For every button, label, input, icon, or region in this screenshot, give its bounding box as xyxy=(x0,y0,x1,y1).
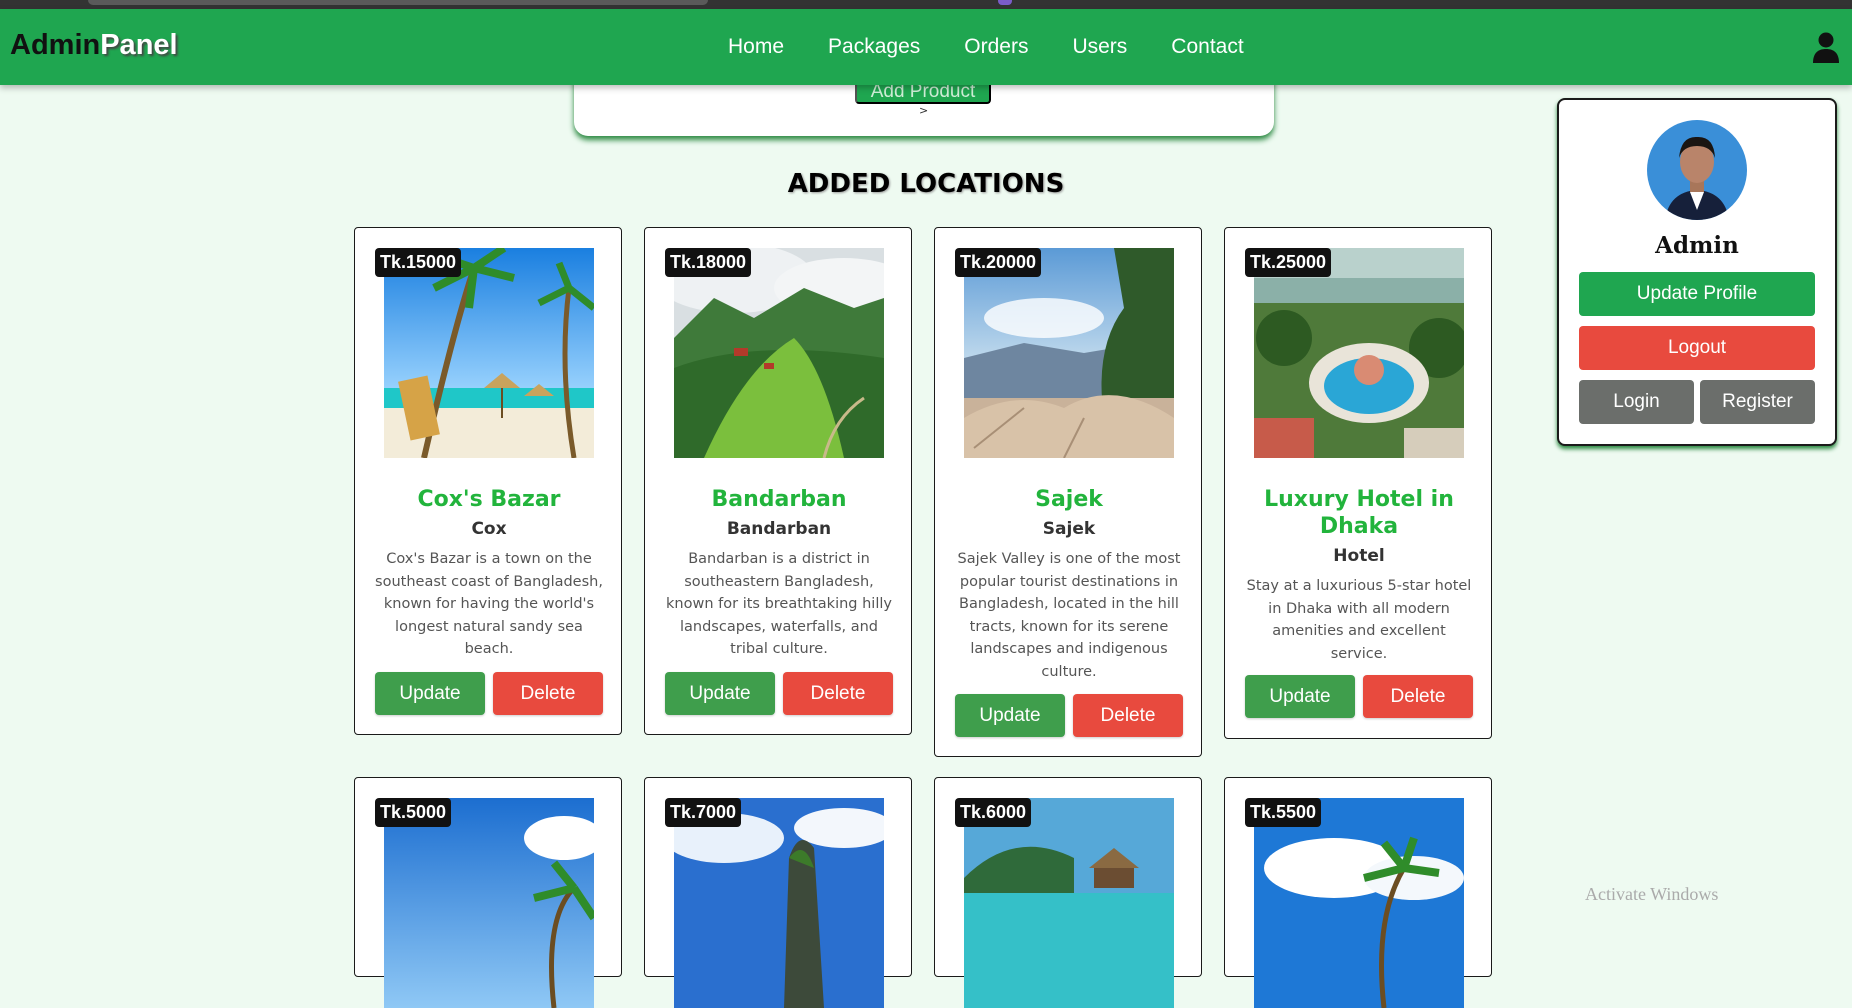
activate-windows-watermark: Activate Windows xyxy=(1585,884,1719,904)
update-button[interactable]: Update xyxy=(1245,675,1355,718)
location-image xyxy=(964,798,1174,1008)
location-title: Cox's Bazar xyxy=(417,487,561,512)
price-badge: Tk.18000 xyxy=(665,248,752,277)
location-subtitle: Bandarban xyxy=(726,519,832,539)
delete-button[interactable]: Delete xyxy=(493,672,603,715)
price-badge: Tk.20000 xyxy=(955,248,1042,277)
location-card: Tk.5500 xyxy=(1224,777,1492,1008)
profile-name: Admin xyxy=(1655,232,1739,259)
location-subtitle: Hotel xyxy=(1333,546,1385,566)
update-button[interactable]: Update xyxy=(375,672,485,715)
price-badge: Tk.7000 xyxy=(665,798,742,827)
login-button[interactable]: Login xyxy=(1579,380,1694,424)
browser-indicator xyxy=(998,0,1012,5)
logout-button[interactable]: Logout xyxy=(1579,326,1815,370)
card-actions: Update Delete xyxy=(1245,675,1473,718)
price-badge: Tk.6000 xyxy=(955,798,1032,827)
card-actions: Update Delete xyxy=(955,694,1183,737)
card-actions: Update Delete xyxy=(665,672,893,715)
location-image xyxy=(1254,798,1464,1008)
browser-top-strip xyxy=(0,0,1852,9)
main-nav: Home Packages Orders Users Contact xyxy=(728,35,1244,59)
nav-users[interactable]: Users xyxy=(1072,35,1127,59)
location-description: Sajek Valley is one of the most popular … xyxy=(957,551,1181,680)
price-badge: Tk.5000 xyxy=(375,798,452,827)
nav-orders[interactable]: Orders xyxy=(964,35,1028,59)
location-image xyxy=(674,798,884,1008)
form-caret: > xyxy=(919,104,929,117)
location-description: Stay at a luxurious 5-star hotel in Dhak… xyxy=(1246,578,1472,662)
location-title: Luxury Hotel in Dhaka xyxy=(1264,487,1454,539)
location-image xyxy=(1254,248,1464,458)
location-subtitle: Sajek xyxy=(1042,519,1096,539)
delete-button[interactable]: Delete xyxy=(1073,694,1183,737)
delete-button[interactable]: Delete xyxy=(783,672,893,715)
delete-button[interactable]: Delete xyxy=(1363,675,1473,718)
location-title: Bandarban xyxy=(711,487,847,512)
top-navbar: AdminPanel Home Packages Orders Users Co… xyxy=(0,9,1852,85)
location-image xyxy=(964,248,1174,458)
location-description: Cox's Bazar is a town on the southeast c… xyxy=(375,551,603,657)
location-card: Tk.5000 xyxy=(354,777,622,1008)
update-button[interactable]: Update xyxy=(955,694,1065,737)
card-actions: Update Delete xyxy=(375,672,603,715)
price-badge: Tk.25000 xyxy=(1245,248,1332,277)
brand-logo[interactable]: AdminPanel xyxy=(10,29,178,62)
profile-panel: Admin Update Profile Logout Login Regist… xyxy=(1557,98,1837,446)
user-icon[interactable] xyxy=(1812,31,1840,63)
location-image xyxy=(384,798,594,1008)
location-card: Tk.25000 Luxury Hotel in Dhaka Hotel Sta… xyxy=(1224,227,1492,739)
avatar xyxy=(1647,120,1747,220)
location-title: Sajek xyxy=(1035,487,1103,512)
browser-tab-bar xyxy=(88,0,708,5)
location-image xyxy=(674,248,884,458)
location-card: Tk.6000 xyxy=(934,777,1202,1008)
location-card: Tk.18000 Bandarban Bandarban Bandarban i… xyxy=(644,227,912,735)
brand-logo-part1: Admin xyxy=(10,29,101,61)
brand-logo-part2: Panel xyxy=(100,29,178,61)
update-profile-button[interactable]: Update Profile xyxy=(1579,272,1815,316)
nav-home[interactable]: Home xyxy=(728,35,784,59)
nav-packages[interactable]: Packages xyxy=(828,35,920,59)
location-card: Tk.20000 Sajek Sajek Sajek Valley is one… xyxy=(934,227,1202,757)
location-image xyxy=(384,248,594,458)
update-button[interactable]: Update xyxy=(665,672,775,715)
location-description: Bandarban is a district in southeastern … xyxy=(666,551,892,657)
price-badge: Tk.5500 xyxy=(1245,798,1322,827)
register-button[interactable]: Register xyxy=(1700,380,1815,424)
location-card: Tk.15000 Cox's Bazar Cox Cox's Bazar is … xyxy=(354,227,622,735)
location-card: Tk.7000 xyxy=(644,777,912,1008)
nav-contact[interactable]: Contact xyxy=(1171,35,1243,59)
location-subtitle: Cox xyxy=(471,519,507,539)
price-badge: Tk.15000 xyxy=(375,248,462,277)
